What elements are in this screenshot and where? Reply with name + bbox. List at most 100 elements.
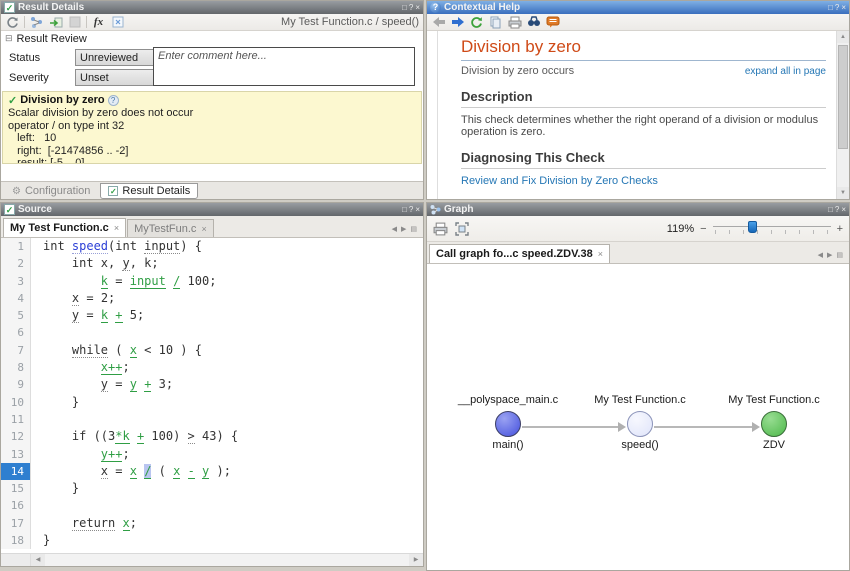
- expand-all-in-page-link[interactable]: expand all in page: [745, 66, 826, 77]
- code-token[interactable]: x++: [100, 360, 123, 376]
- code-line[interactable]: 18}: [1, 532, 423, 550]
- line-number[interactable]: 5: [1, 307, 31, 325]
- zoom-in-icon[interactable]: +: [837, 223, 843, 235]
- line-number[interactable]: 11: [1, 410, 31, 429]
- line-number[interactable]: 15: [1, 480, 31, 498]
- node-circle[interactable]: [495, 411, 521, 437]
- goto-source-icon[interactable]: [48, 15, 63, 29]
- zoom-out-icon[interactable]: −: [700, 223, 706, 235]
- code-editor[interactable]: 1 int speed(int input) {2 int x, y, k; 3 k…: [1, 238, 423, 553]
- code-token[interactable]: while: [71, 342, 109, 358]
- close-tab-icon[interactable]: ×: [598, 249, 603, 259]
- help-scrollbar[interactable]: ▲ ▼: [836, 31, 849, 199]
- scroll-up-icon[interactable]: ▲: [837, 31, 849, 43]
- prev-tab-icon[interactable]: ◀: [392, 225, 397, 233]
- graph-node-main[interactable]: __polyspace_main.c main(): [443, 394, 573, 453]
- scrollbar-track[interactable]: [45, 554, 409, 566]
- code-line[interactable]: 14 x = x / ( x - y );: [1, 462, 423, 481]
- code-token[interactable]: x: [100, 463, 109, 479]
- source-header[interactable]: ✓ Source □ ? ×: [1, 203, 423, 216]
- code-token[interactable]: -: [187, 463, 195, 479]
- close-icon[interactable]: ×: [841, 3, 846, 12]
- close-icon[interactable]: ×: [415, 3, 420, 12]
- line-number[interactable]: 9: [1, 376, 31, 394]
- forward-icon[interactable]: [450, 15, 465, 29]
- code-token[interactable]: x: [129, 342, 137, 358]
- graph-header[interactable]: Graph □ ? ×: [427, 203, 849, 216]
- code-token[interactable]: speed: [71, 239, 109, 254]
- code-token[interactable]: input: [144, 239, 181, 254]
- code-line[interactable]: 6: [1, 324, 423, 342]
- code-line[interactable]: 13 y++;: [1, 445, 423, 463]
- line-number[interactable]: 13: [1, 445, 31, 463]
- call-graph-icon[interactable]: [29, 15, 44, 29]
- diagnosing-link[interactable]: Review and Fix Division by Zero Checks: [461, 175, 826, 187]
- code-token[interactable]: return: [71, 515, 116, 531]
- finding-help-icon[interactable]: ?: [107, 94, 119, 106]
- result-details-header[interactable]: ✓ Result Details □ ? ×: [1, 1, 423, 14]
- tab-call-graph[interactable]: Call graph fo...c speed.ZDV.38 ×: [429, 244, 610, 263]
- line-number[interactable]: 17: [1, 514, 31, 533]
- scroll-down-icon[interactable]: ▼: [837, 187, 849, 199]
- line-number[interactable]: 18: [1, 532, 31, 550]
- float-icon[interactable]: □: [828, 3, 833, 12]
- find-icon[interactable]: [526, 15, 541, 29]
- code-line[interactable]: 3 k = input / 100;: [1, 272, 423, 290]
- line-number[interactable]: 6: [1, 324, 31, 342]
- node-circle[interactable]: [761, 411, 787, 437]
- line-number[interactable]: 12: [1, 428, 31, 446]
- prev-tab-icon[interactable]: ◀: [818, 251, 823, 259]
- panel-help-icon[interactable]: ?: [835, 3, 839, 12]
- close-tab-icon[interactable]: ×: [201, 224, 206, 234]
- line-number[interactable]: 8: [1, 359, 31, 377]
- recalculate-icon[interactable]: [5, 15, 20, 29]
- code-line[interactable]: 16: [1, 497, 423, 515]
- next-tab-icon[interactable]: ▶: [401, 225, 406, 233]
- code-token[interactable]: x: [122, 515, 130, 531]
- code-line[interactable]: 12 if ((3*k + 100) > 43) {: [1, 428, 423, 446]
- print-icon[interactable]: [433, 222, 448, 236]
- report-icon[interactable]: [545, 15, 560, 29]
- node-circle[interactable]: [627, 411, 653, 437]
- line-number[interactable]: 3: [1, 272, 31, 290]
- tab-list-icon[interactable]: ▤: [836, 251, 843, 259]
- tab-list-icon[interactable]: ▤: [410, 225, 417, 233]
- zoom-slider[interactable]: [712, 220, 831, 237]
- line-number[interactable]: 7: [1, 341, 31, 360]
- zoom-slider-handle[interactable]: [747, 220, 757, 233]
- line-number[interactable]: 2: [1, 255, 31, 273]
- graph-node-zdv[interactable]: My Test Function.c ZDV: [709, 394, 839, 453]
- code-token[interactable]: k: [100, 273, 109, 289]
- code-token[interactable]: k: [100, 308, 109, 324]
- scroll-left-icon[interactable]: ◀: [31, 554, 45, 566]
- code-line[interactable]: 5 y = k + 5;: [1, 307, 423, 325]
- call-graph-canvas[interactable]: __polyspace_main.c main() My Test Function…: [427, 264, 849, 570]
- code-token[interactable]: input: [129, 273, 166, 289]
- print-icon[interactable]: [507, 15, 522, 29]
- panel-help-icon[interactable]: ?: [409, 205, 413, 214]
- fit-to-view-icon[interactable]: [454, 221, 469, 236]
- comment-input[interactable]: Enter comment here...: [153, 47, 415, 86]
- fx-icon[interactable]: fx: [91, 15, 106, 29]
- close-tab-icon[interactable]: ×: [114, 223, 119, 233]
- graph-node-speed[interactable]: My Test Function.c speed(): [575, 394, 705, 453]
- panel-help-icon[interactable]: ?: [835, 205, 839, 214]
- line-number[interactable]: 1: [1, 238, 31, 256]
- code-token[interactable]: y: [100, 377, 109, 393]
- code-token[interactable]: y: [129, 377, 137, 393]
- contextual-help-header[interactable]: ? Contextual Help □ ? ×: [427, 1, 849, 14]
- copy-icon[interactable]: [488, 15, 503, 29]
- code-line[interactable]: 4 x = 2;: [1, 289, 423, 308]
- close-icon[interactable]: ×: [841, 205, 846, 214]
- code-token[interactable]: >: [187, 429, 195, 445]
- float-icon[interactable]: □: [402, 205, 407, 214]
- line-number[interactable]: 10: [1, 393, 31, 411]
- tab-result-details[interactable]: ✓ Result Details: [100, 183, 199, 199]
- result-review-section-header[interactable]: ⊟ Result Review: [1, 31, 423, 46]
- code-line[interactable]: 8 x++;: [1, 359, 423, 377]
- code-line[interactable]: 2 int x, y, k;: [1, 255, 423, 273]
- code-line[interactable]: 9 y = y + 3;: [1, 376, 423, 394]
- float-icon[interactable]: □: [828, 205, 833, 214]
- line-number[interactable]: 4: [1, 289, 31, 308]
- code-line[interactable]: 15 }: [1, 480, 423, 498]
